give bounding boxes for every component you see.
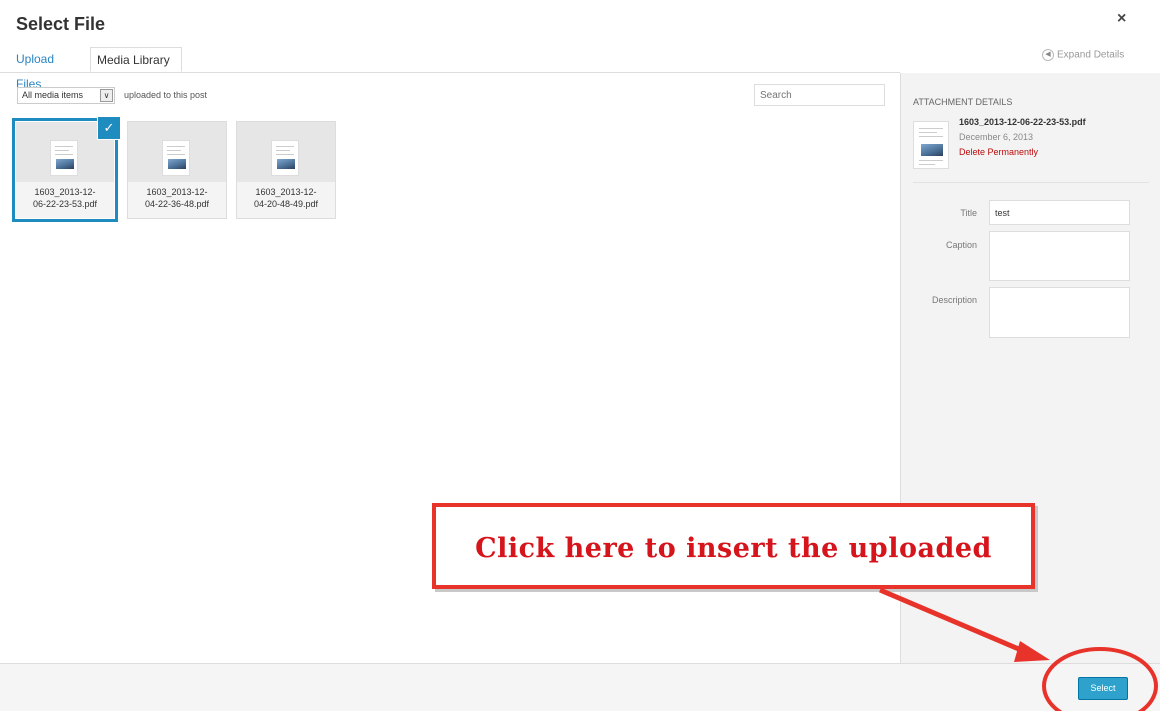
annotation-overlay xyxy=(879,587,1158,711)
annotation-circle xyxy=(1042,647,1158,711)
annotation-arrow xyxy=(879,587,1029,656)
media-modal: Select File × Upload Files Media Library… xyxy=(0,0,1160,711)
annotation-arrowhead xyxy=(1014,641,1050,662)
